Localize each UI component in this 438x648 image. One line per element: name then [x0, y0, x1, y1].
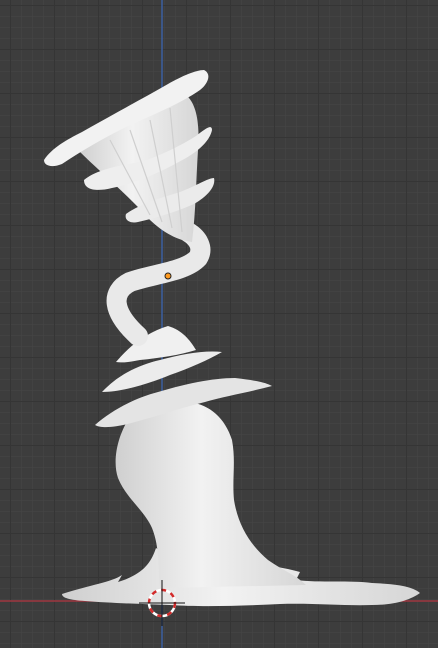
object-origin-dot[interactable] — [164, 272, 172, 280]
model-stem — [106, 222, 211, 346]
3d-viewport[interactable] — [0, 0, 438, 648]
viewport-overlay — [0, 0, 438, 648]
model-trunk — [115, 402, 306, 588]
sculpted-tree-model[interactable] — [44, 70, 420, 607]
